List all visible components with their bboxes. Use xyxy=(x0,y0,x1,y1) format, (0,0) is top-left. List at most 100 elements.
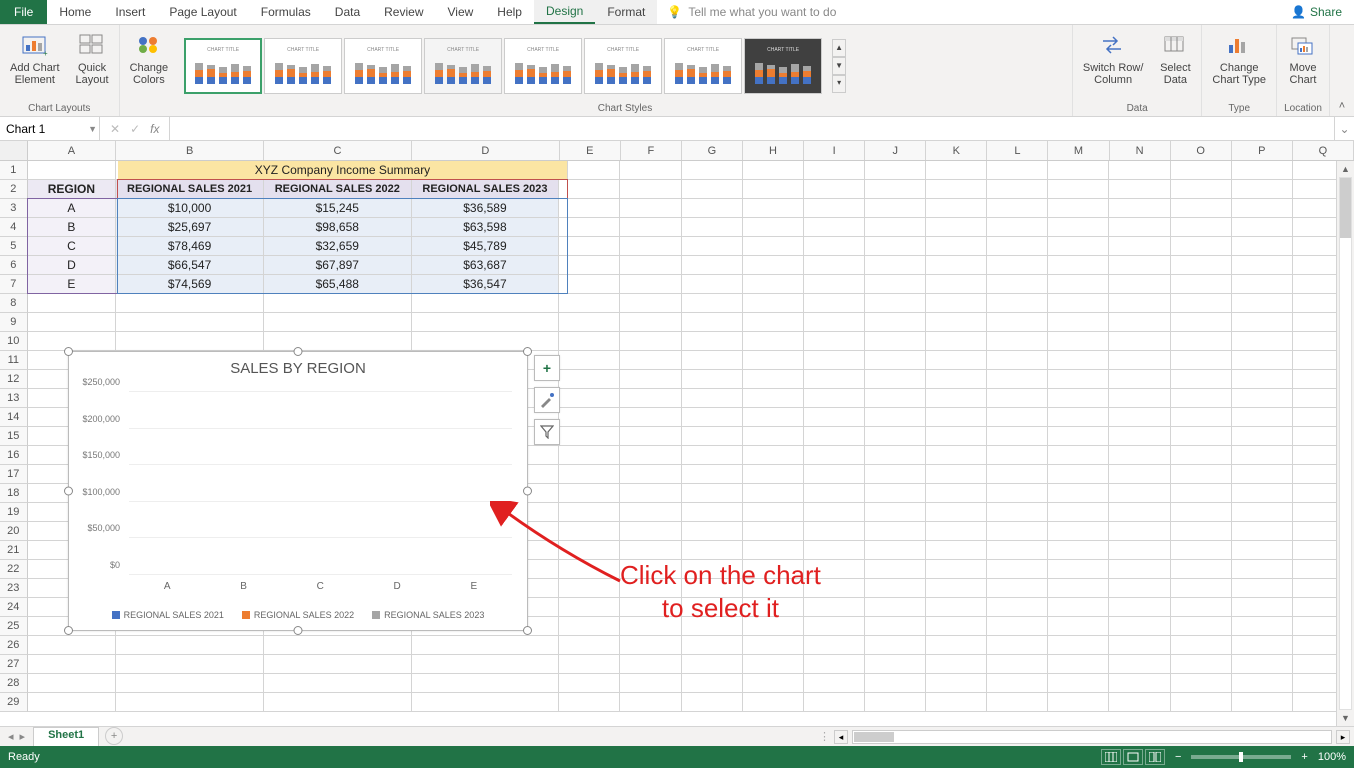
menu-tab-insert[interactable]: Insert xyxy=(103,0,157,24)
cell-B26[interactable] xyxy=(116,636,264,655)
cell-O9[interactable] xyxy=(1171,313,1232,332)
cell-L21[interactable] xyxy=(987,541,1048,560)
cell-D26[interactable] xyxy=(412,636,560,655)
cell-C5[interactable]: $32,659 xyxy=(264,237,412,256)
cancel-icon[interactable]: ✕ xyxy=(110,122,120,136)
cell-H3[interactable] xyxy=(743,199,804,218)
row-header-7[interactable]: 7 xyxy=(0,275,28,294)
cell-H1[interactable] xyxy=(743,161,804,180)
column-header-H[interactable]: H xyxy=(743,141,804,160)
cell-L15[interactable] xyxy=(987,427,1048,446)
cell-D27[interactable] xyxy=(412,655,560,674)
cell-O3[interactable] xyxy=(1171,199,1232,218)
cell-L18[interactable] xyxy=(987,484,1048,503)
cell-J22[interactable] xyxy=(865,560,926,579)
cell-M4[interactable] xyxy=(1048,218,1109,237)
cell-K29[interactable] xyxy=(926,693,987,712)
cell-L14[interactable] xyxy=(987,408,1048,427)
chart-style-thumb-5[interactable]: CHART TITLE xyxy=(504,38,582,94)
cell-I26[interactable] xyxy=(804,636,865,655)
cell-J17[interactable] xyxy=(865,465,926,484)
cell-P12[interactable] xyxy=(1232,370,1293,389)
cell-J28[interactable] xyxy=(865,674,926,693)
cell-F10[interactable] xyxy=(620,332,681,351)
cell-N17[interactable] xyxy=(1109,465,1170,484)
cell-C28[interactable] xyxy=(264,674,412,693)
cell-K19[interactable] xyxy=(926,503,987,522)
cell-I2[interactable] xyxy=(804,180,865,199)
cell-G28[interactable] xyxy=(682,674,743,693)
cell-K16[interactable] xyxy=(926,446,987,465)
cell-C27[interactable] xyxy=(264,655,412,674)
cell-F20[interactable] xyxy=(620,522,681,541)
menu-tab-home[interactable]: Home xyxy=(47,0,103,24)
cell-L9[interactable] xyxy=(987,313,1048,332)
cell-M16[interactable] xyxy=(1048,446,1109,465)
cell-A5[interactable]: C xyxy=(28,237,117,256)
cell-B29[interactable] xyxy=(116,693,264,712)
cell-D2[interactable]: REGIONAL SALES 2023 xyxy=(412,180,560,199)
cell-B7[interactable]: $74,569 xyxy=(116,275,264,294)
tell-me-search[interactable]: 💡 Tell me what you want to do xyxy=(657,0,846,24)
cell-N10[interactable] xyxy=(1109,332,1170,351)
cell-M20[interactable] xyxy=(1048,522,1109,541)
cell-P18[interactable] xyxy=(1232,484,1293,503)
cell-D10[interactable] xyxy=(412,332,560,351)
cell-I29[interactable] xyxy=(804,693,865,712)
cell-H18[interactable] xyxy=(743,484,804,503)
share-button[interactable]: 👤 Share xyxy=(1279,0,1354,24)
cell-H8[interactable] xyxy=(743,294,804,313)
cell-O24[interactable] xyxy=(1171,598,1232,617)
cell-D6[interactable]: $63,687 xyxy=(412,256,560,275)
column-header-E[interactable]: E xyxy=(560,141,621,160)
resize-handle-w[interactable] xyxy=(64,487,73,496)
cell-M8[interactable] xyxy=(1048,294,1109,313)
scroll-down-button[interactable]: ▼ xyxy=(1337,710,1354,726)
column-header-Q[interactable]: Q xyxy=(1293,141,1354,160)
cell-E17[interactable] xyxy=(559,465,620,484)
cell-N12[interactable] xyxy=(1109,370,1170,389)
cell-P20[interactable] xyxy=(1232,522,1293,541)
row-header-11[interactable]: 11 xyxy=(0,351,28,370)
cell-E19[interactable] xyxy=(559,503,620,522)
cell-D5[interactable]: $45,789 xyxy=(412,237,560,256)
cell-J14[interactable] xyxy=(865,408,926,427)
cell-A29[interactable] xyxy=(28,693,117,712)
cell-G13[interactable] xyxy=(682,389,743,408)
cell-P14[interactable] xyxy=(1232,408,1293,427)
cell-K8[interactable] xyxy=(926,294,987,313)
cell-L29[interactable] xyxy=(987,693,1048,712)
cell-G11[interactable] xyxy=(682,351,743,370)
cell-I5[interactable] xyxy=(804,237,865,256)
cell-M22[interactable] xyxy=(1048,560,1109,579)
cell-M17[interactable] xyxy=(1048,465,1109,484)
cell-G5[interactable] xyxy=(682,237,743,256)
select-data-button[interactable]: Select Data xyxy=(1155,29,1195,88)
cell-H17[interactable] xyxy=(743,465,804,484)
cell-J24[interactable] xyxy=(865,598,926,617)
cell-G6[interactable] xyxy=(682,256,743,275)
cell-G8[interactable] xyxy=(682,294,743,313)
row-header-4[interactable]: 4 xyxy=(0,218,28,237)
resize-handle-n[interactable] xyxy=(294,347,303,356)
row-header-18[interactable]: 18 xyxy=(0,484,28,503)
cell-L25[interactable] xyxy=(987,617,1048,636)
cell-H12[interactable] xyxy=(743,370,804,389)
cell-K12[interactable] xyxy=(926,370,987,389)
cell-N21[interactable] xyxy=(1109,541,1170,560)
cell-H5[interactable] xyxy=(743,237,804,256)
cell-I7[interactable] xyxy=(804,275,865,294)
cell-M29[interactable] xyxy=(1048,693,1109,712)
cell-L28[interactable] xyxy=(987,674,1048,693)
cell-F14[interactable] xyxy=(620,408,681,427)
cell-K13[interactable] xyxy=(926,389,987,408)
row-header-6[interactable]: 6 xyxy=(0,256,28,275)
cell-I11[interactable] xyxy=(804,351,865,370)
cell-M12[interactable] xyxy=(1048,370,1109,389)
cell-E27[interactable] xyxy=(559,655,620,674)
cell-J12[interactable] xyxy=(865,370,926,389)
cell-G17[interactable] xyxy=(682,465,743,484)
cell-E2[interactable] xyxy=(559,180,620,199)
cell-K27[interactable] xyxy=(926,655,987,674)
cell-J23[interactable] xyxy=(865,579,926,598)
